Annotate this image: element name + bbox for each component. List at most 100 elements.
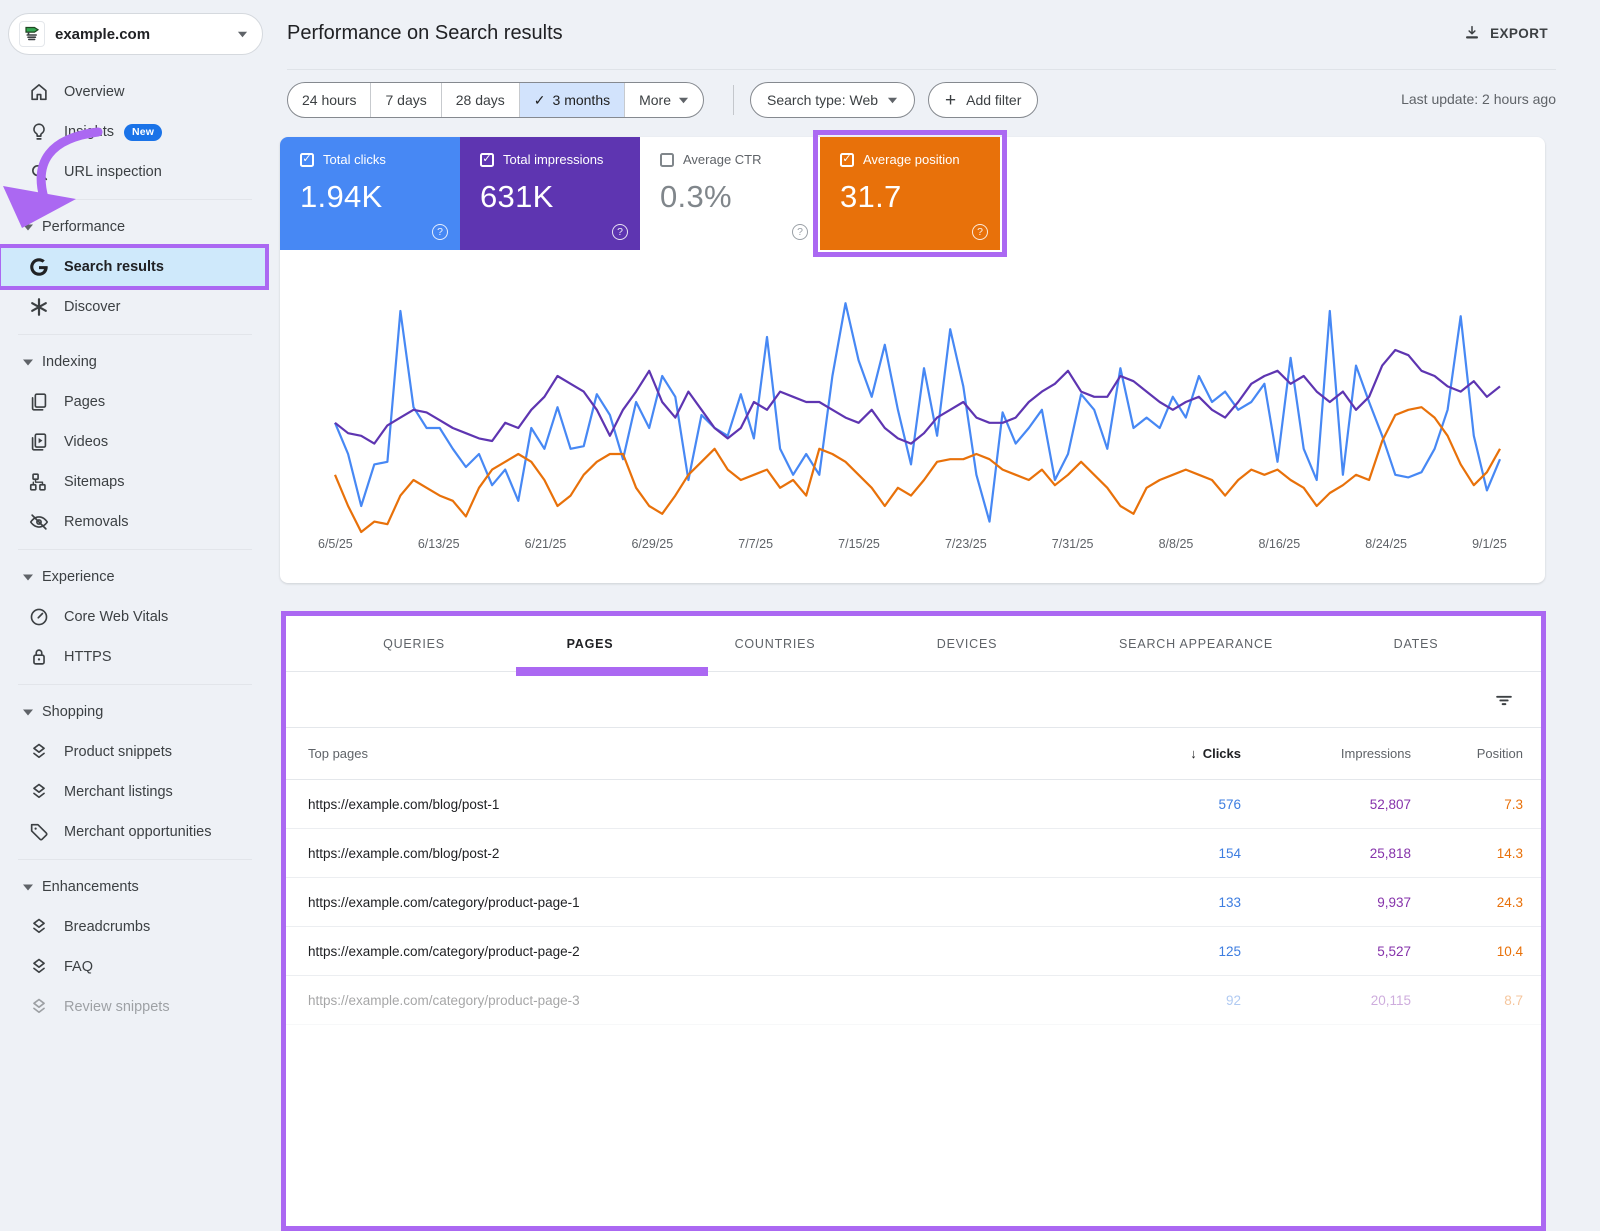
range-label: 24 hours [302,92,357,108]
table-row[interactable]: https://example.com/blog/post-1 576 52,807… [286,780,1541,829]
filter-icon[interactable] [1493,689,1515,711]
range-more-dropdown[interactable]: More [625,83,703,117]
tab-queries[interactable]: QUERIES [383,616,445,672]
sidebar-item-label: Sitemaps [64,474,125,490]
sidebar-item-product-snippets[interactable]: Product snippets [0,732,266,772]
metric-cards: ✓ Total clicks 1.94K? ✓ Total impressions 631… [280,130,1007,257]
gauge-icon [28,606,50,628]
checkbox-checked-icon[interactable]: ✓ [840,152,854,167]
sidebar-item-label: Merchant listings [64,784,173,800]
sidebar-section-label: Performance [42,219,126,235]
tab-search-appearance[interactable]: SEARCH APPEARANCE [1119,616,1273,672]
metric-toggle[interactable]: Average CTR [660,152,820,167]
tab-devices[interactable]: DEVICES [937,616,997,672]
metric-card-total-impressions[interactable]: ✓ Total impressions 631K? [460,137,640,250]
sidebar-divider [18,199,252,200]
sidebar-item-discover[interactable]: Discover [0,287,266,327]
checkbox-checked-icon[interactable]: ✓ [300,152,314,167]
tab-pages[interactable]: PAGES [567,616,614,672]
metric-card-total-clicks[interactable]: ✓ Total clicks 1.94K? [280,137,460,250]
sidebar-item-breadcrumbs[interactable]: Breadcrumbs [0,907,266,947]
triangle-down-icon [22,221,34,233]
sidebar-section-performance[interactable]: Performance [0,207,266,247]
sidebar-section-indexing[interactable]: Indexing [0,342,266,382]
metric-toggle[interactable]: ✓ Average position [840,152,1000,167]
sidebar-section-label: Indexing [42,354,97,370]
rich-result-icon [28,741,50,763]
column-impressions[interactable]: Impressions [1241,746,1411,761]
sidebar-item-videos[interactable]: Videos [0,422,266,462]
page-url[interactable]: https://example.com/category/product-pag… [308,993,1091,1008]
search-type-filter[interactable]: Search type: Web [750,82,915,118]
x-axis-tick-label: 7/7/25 [738,537,774,551]
range-label: 28 days [455,92,505,108]
x-axis-tick-label: 8/8/25 [1158,537,1194,551]
sidebar-item-insights[interactable]: Insights New [0,112,266,152]
add-filter-button[interactable]: + Add filter [928,82,1039,118]
clicks-value: 154 [1218,845,1241,861]
help-icon[interactable]: ? [612,224,628,240]
sidebar-item-merchant-listings[interactable]: Merchant listings [0,772,266,812]
export-button[interactable]: EXPORT [1463,24,1548,42]
tab-countries[interactable]: COUNTRIES [735,616,816,672]
sidebar-item-sitemaps[interactable]: Sitemaps [0,462,266,502]
tab-dates[interactable]: DATES [1394,616,1439,672]
help-icon[interactable]: ? [972,224,988,240]
clicks-value: 576 [1218,796,1241,812]
property-selector[interactable]: example.com [8,13,263,55]
checkbox-checked-icon[interactable]: ✓ [480,152,494,167]
sidebar-item-label: Insights [64,124,114,140]
sidebar-section-enhancements[interactable]: Enhancements [0,867,266,907]
page-url[interactable]: https://example.com/blog/post-1 [308,797,1091,812]
table-row[interactable]: https://example.com/category/product-pag… [286,878,1541,927]
sidebar-item-label: Videos [64,434,109,450]
help-icon[interactable]: ? [792,224,808,240]
x-axis-tick-label: 6/29/25 [631,537,674,551]
search-icon [28,161,50,183]
column-position[interactable]: Position [1411,746,1523,761]
rich-result-icon [28,956,50,978]
table-row[interactable]: https://example.com/category/product-pag… [286,927,1541,976]
sidebar-item-core-web-vitals[interactable]: Core Web Vitals [0,597,266,637]
range-3-months[interactable]: ✓ 3 months [519,83,626,117]
sidebar-item-merchant-opportunities[interactable]: Merchant opportunities [0,812,266,852]
sidebar-item-url-inspection[interactable]: URL inspection [0,152,266,192]
x-axis-tick-label: 7/31/25 [1051,537,1094,551]
range-24-hours[interactable]: 24 hours [288,83,372,117]
metric-label: Average CTR [683,152,762,167]
sort-down-icon: ↓ [1190,746,1197,761]
position-value: 24.3 [1496,894,1523,910]
sidebar-item-pages[interactable]: Pages [0,382,266,422]
metric-card-average-position[interactable]: ✓ Average position 31.7? [813,130,1007,257]
range-28-days[interactable]: 28 days [442,83,520,117]
metric-card-average-ctr[interactable]: Average CTR 0.3%? [640,137,820,250]
position-value: 7.3 [1504,796,1523,812]
chevron-down-icon [237,30,248,38]
property-icon [19,21,45,47]
toolbar-separator [733,85,734,115]
help-icon[interactable]: ? [432,224,448,240]
page-url[interactable]: https://example.com/category/product-pag… [308,895,1091,910]
sidebar-section-experience[interactable]: Experience [0,557,266,597]
performance-line-chart [333,302,1502,534]
column-clicks[interactable]: ↓ Clicks [1091,746,1241,761]
sidebar-item-faq[interactable]: FAQ [0,947,266,987]
rich-result-icon [28,916,50,938]
sidebar-item-overview[interactable]: Overview [0,72,266,112]
sidebar-section-shopping[interactable]: Shopping [0,692,266,732]
table-row[interactable]: https://example.com/blog/post-2 154 25,818… [286,829,1541,878]
dimensions-table-panel: QUERIES PAGES COUNTRIES DEVICES SEARCH APPEA… [281,611,1546,1231]
sidebar-item-removals[interactable]: Removals [0,502,266,542]
table-row[interactable]: https://example.com/category/product-pag… [286,976,1541,1025]
column-top-pages[interactable]: Top pages [308,746,1091,761]
metric-toggle[interactable]: ✓ Total clicks [300,152,460,167]
sidebar-item-review-snippets[interactable]: Review snippets [0,987,266,1027]
page-url[interactable]: https://example.com/blog/post-2 [308,846,1091,861]
metric-label: Total clicks [323,152,386,167]
page-url[interactable]: https://example.com/category/product-pag… [308,944,1091,959]
metric-toggle[interactable]: ✓ Total impressions [480,152,640,167]
range-7-days[interactable]: 7 days [371,83,442,117]
sidebar-item-https[interactable]: HTTPS [0,637,266,677]
sidebar-item-search-results[interactable]: Search results [0,244,269,290]
checkbox-unchecked-icon[interactable] [660,152,674,167]
